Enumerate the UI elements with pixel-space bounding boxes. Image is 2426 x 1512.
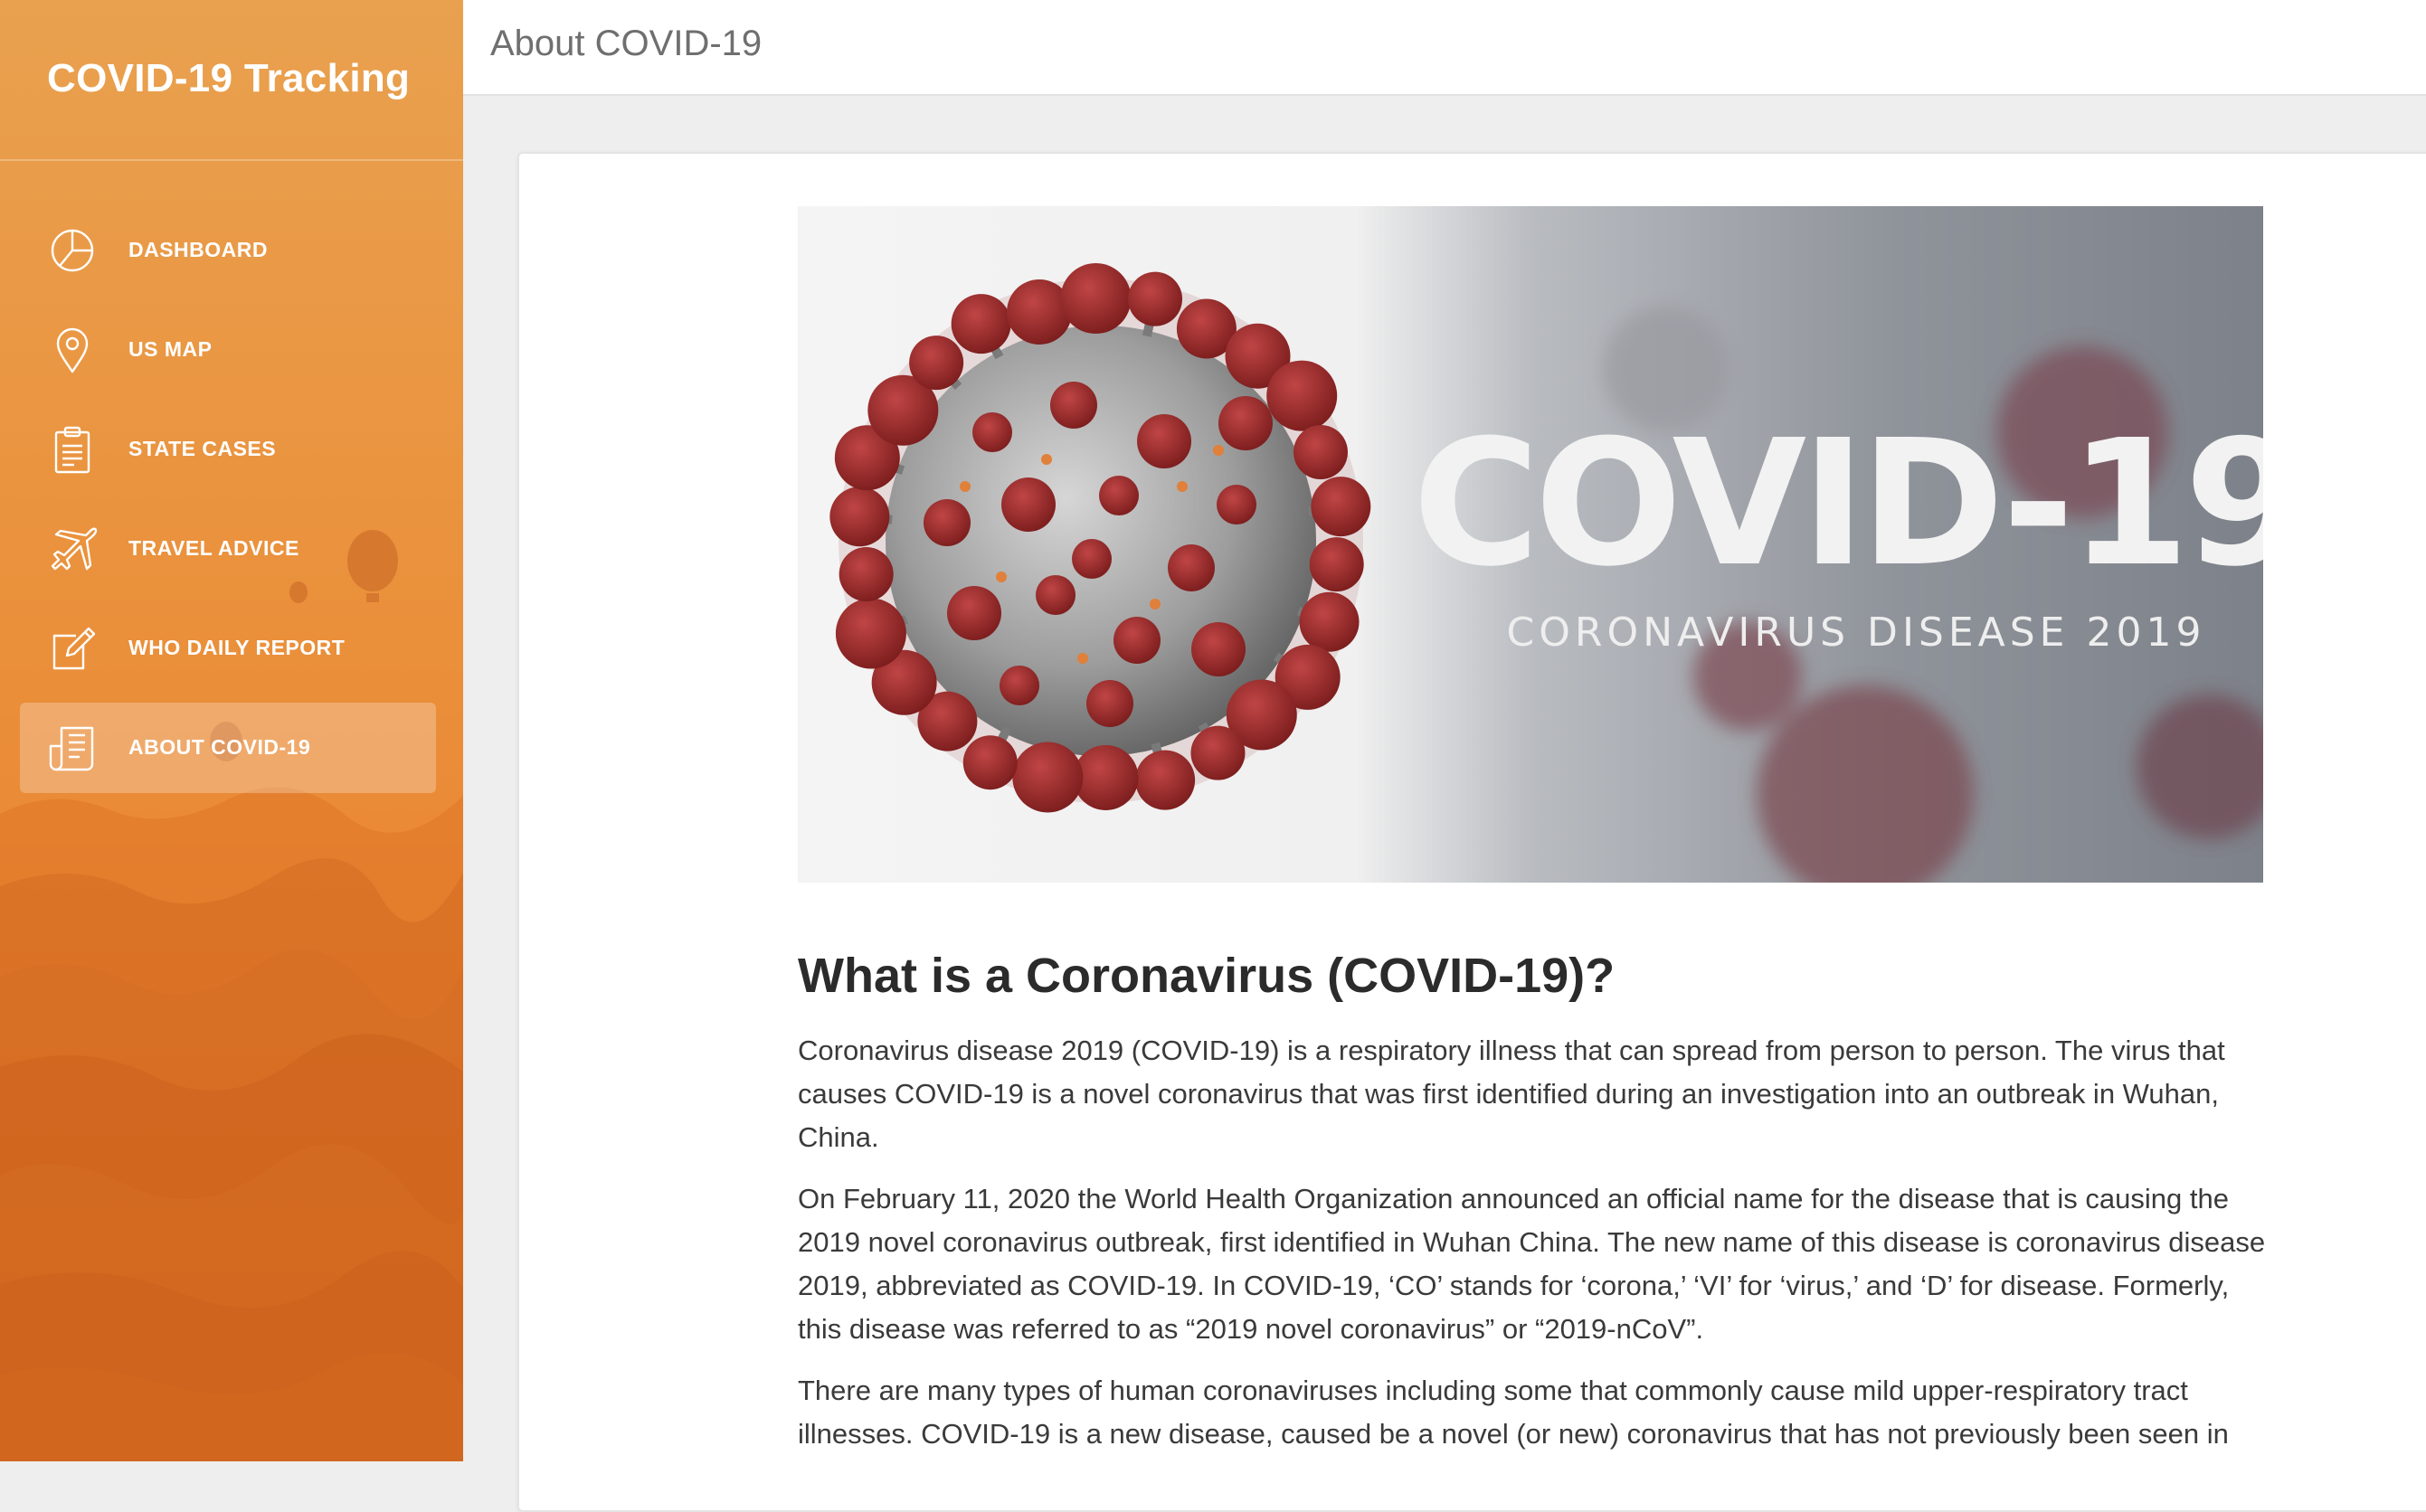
sidebar-item-about-covid-19[interactable]: ABOUT COVID-19 <box>20 703 436 793</box>
virus-spike <box>1099 476 1139 515</box>
virus-spike <box>1190 725 1246 780</box>
hero-subtitle: CORONAVIRUS DISEASE 2019 <box>1507 610 2206 656</box>
map-pin-icon <box>56 327 89 373</box>
virus-spike <box>1299 591 1360 652</box>
article-paragraph: There are many types of human coronaviru… <box>798 1375 2229 1450</box>
sidebar-item-us-map[interactable]: US MAP <box>20 305 436 395</box>
sidebar-item-label: US MAP <box>128 337 213 361</box>
virus-spike <box>1266 360 1338 431</box>
virus-spike <box>1217 485 1256 524</box>
virus-protein-dot <box>1177 481 1188 492</box>
sidebar: COVID-19 Tracking DASHBOARD US MAP STATE… <box>0 0 463 1461</box>
virus-spike <box>1293 425 1348 480</box>
sidebar-item-label: DASHBOARD <box>128 238 268 261</box>
article-heading: What is a Coronavirus (COVID-19)? <box>798 949 1616 1004</box>
article-paragraph: On February 11, 2020 the World Health Or… <box>798 1183 2266 1345</box>
sidebar-item-who-daily-report[interactable]: WHO DAILY REPORT <box>20 603 436 694</box>
virus-spike <box>1012 742 1084 813</box>
virus-spike <box>1050 382 1097 429</box>
virus-spike <box>1060 263 1132 335</box>
clipboard-icon <box>54 426 90 474</box>
virus-spike <box>951 294 1011 354</box>
virus-spike <box>1036 575 1076 615</box>
virus-spike <box>1311 477 1371 537</box>
page-title: About COVID-19 <box>490 24 763 63</box>
virus-spike <box>1218 396 1273 450</box>
virus-protein-dot <box>1213 445 1224 456</box>
virus-spike <box>1135 750 1196 810</box>
virus-protein-dot <box>960 481 971 492</box>
pie-chart-icon <box>51 229 94 272</box>
virus-spike <box>1001 477 1056 532</box>
sidebar-item-label: ABOUT COVID-19 <box>128 735 311 759</box>
hero-title: COVID-19 <box>1413 403 2263 605</box>
virus-spike <box>962 735 1018 790</box>
virus-protein-dot <box>1150 599 1161 610</box>
virus-spike <box>1128 271 1183 326</box>
virus-protein-dot <box>1077 653 1088 664</box>
sidebar-item-dashboard[interactable]: DASHBOARD <box>20 205 436 296</box>
virus-spike <box>829 487 890 547</box>
airplane-icon <box>51 527 98 571</box>
edit-note-icon <box>52 627 96 670</box>
sidebar-item-label: STATE CASES <box>128 437 277 460</box>
top-bar: About COVID-19 <box>463 0 2426 96</box>
virus-spike <box>1086 680 1133 727</box>
virus-spike <box>1191 622 1246 676</box>
sidebar-item-travel-advice[interactable]: TRAVEL ADVICE <box>20 504 436 594</box>
virus-spike <box>947 586 1001 640</box>
virus-spike <box>909 335 964 391</box>
virus-spike <box>1113 617 1161 664</box>
sidebar-item-label: WHO DAILY REPORT <box>128 636 346 659</box>
sidebar-item-label: TRAVEL ADVICE <box>128 536 299 560</box>
virus-spike <box>1072 539 1112 579</box>
virus-spike <box>1000 666 1039 705</box>
virus-spike <box>972 412 1012 452</box>
virus-spike <box>1168 544 1215 591</box>
virus-spike <box>835 598 906 669</box>
newspaper-icon <box>49 726 94 771</box>
virus-protein-dot <box>1041 454 1052 465</box>
app-title[interactable]: COVID-19 Tracking <box>47 56 445 101</box>
article-paragraph: Coronavirus disease 2019 (COVID-19) is a… <box>798 1035 2225 1153</box>
virus-protein-dot <box>996 572 1007 582</box>
virus-spike <box>1137 414 1191 468</box>
virus-spike <box>924 499 971 546</box>
sidebar-item-state-cases[interactable]: STATE CASES <box>20 404 436 495</box>
divider <box>0 159 463 161</box>
hero-image: COVID-19 CORONAVIRUS DISEASE 2019 <box>798 206 2263 883</box>
virus-spike <box>839 546 894 601</box>
virus-spike <box>1309 537 1364 592</box>
